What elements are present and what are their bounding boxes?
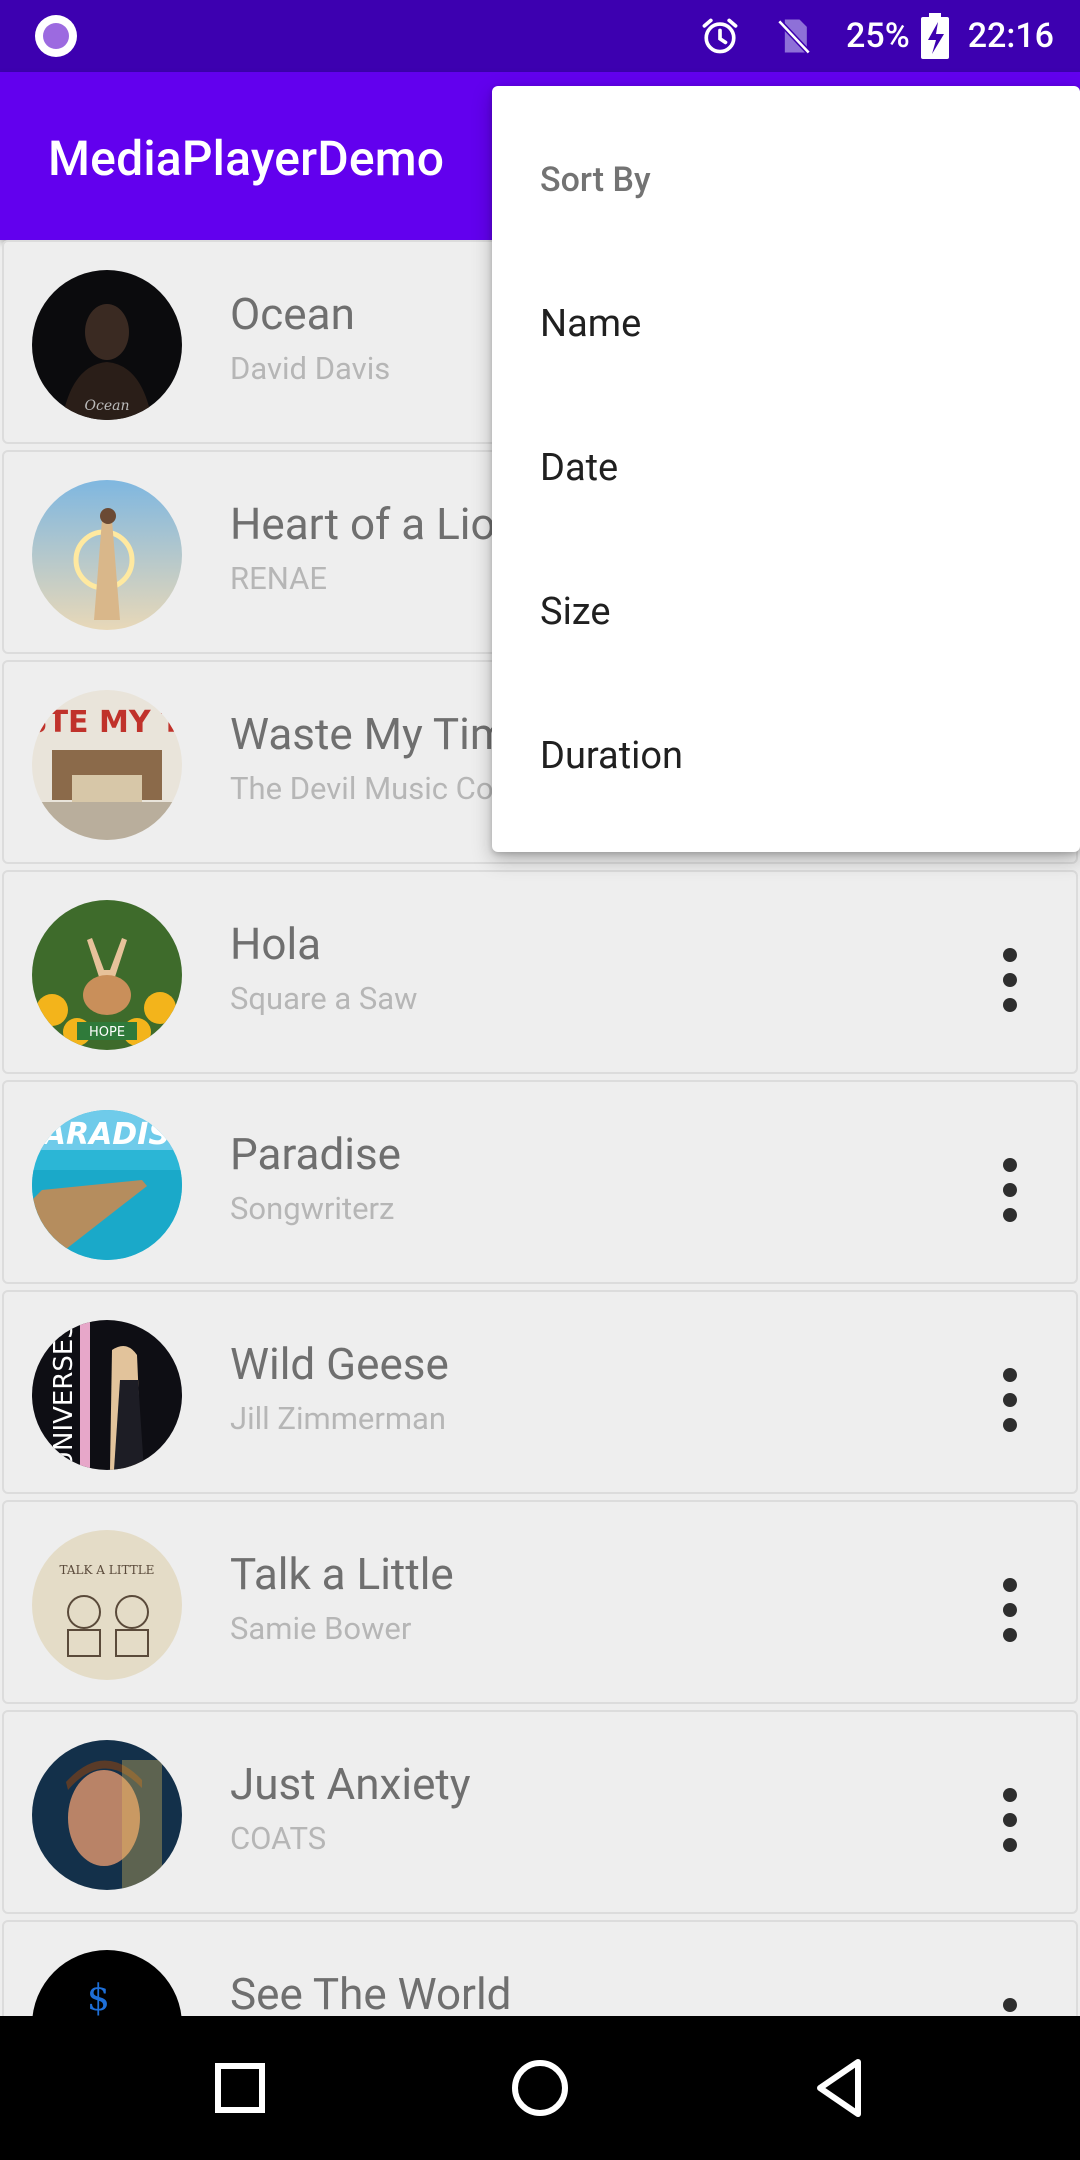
song-row[interactable]: UNIVERSES Wild Geese Jill Zimmerman	[2, 1290, 1078, 1494]
sort-by-duration[interactable]: Duration	[540, 734, 683, 778]
app-notification-icon	[35, 15, 77, 57]
song-row[interactable]: PARADISE Paradise Songwriterz	[2, 1080, 1078, 1284]
sort-by-size[interactable]: Size	[540, 590, 611, 634]
song-artist: David Davis	[230, 350, 391, 387]
song-artist: COATS	[230, 1820, 327, 1857]
svg-text:TALK A LITTLE: TALK A LITTLE	[60, 1563, 155, 1577]
alarm-icon	[702, 18, 738, 54]
song-title: Talk a Little	[230, 1548, 454, 1600]
navigation-bar	[0, 2016, 1080, 2160]
clock: 22:16	[967, 16, 1054, 56]
sort-by-name[interactable]: Name	[540, 302, 641, 346]
battery-charging-icon	[920, 13, 949, 59]
song-artist: Jill Zimmerman	[230, 1400, 447, 1437]
song-row[interactable]: Just Anxiety COATS	[2, 1710, 1078, 1914]
battery-percentage: 25%	[846, 16, 910, 56]
song-artist: Songwriterz	[230, 1190, 395, 1227]
song-artist: Square a Saw	[230, 980, 418, 1017]
song-title: Heart of a Lion	[230, 498, 520, 550]
back-icon[interactable]	[806, 2054, 874, 2122]
svg-text:$: $	[87, 1978, 110, 2019]
album-art-waste-my-time: WASTE MY TIME	[32, 690, 182, 840]
album-art-just-anxiety	[32, 1740, 182, 1890]
song-title: Ocean	[230, 288, 355, 340]
song-title: See The World	[230, 1968, 512, 2020]
song-artist: RENAE	[230, 560, 327, 597]
no-sim-icon	[777, 19, 811, 55]
more-options-icon[interactable]	[984, 948, 1036, 1012]
sort-by-date[interactable]: Date	[540, 446, 618, 490]
song-row[interactable]: HOPE Hola Square a Saw	[2, 870, 1078, 1074]
album-art-ocean: Ocean	[32, 270, 182, 420]
svg-text:UNIVERSES: UNIVERSES	[49, 1322, 79, 1470]
home-icon[interactable]	[506, 2054, 574, 2122]
album-art-hola: HOPE	[32, 900, 182, 1050]
svg-text:PARADISE: PARADISE	[32, 1117, 182, 1152]
album-art-paradise: PARADISE	[32, 1110, 182, 1260]
svg-text:HOPE: HOPE	[89, 1025, 125, 1040]
svg-text:Ocean: Ocean	[85, 398, 130, 414]
album-art-heart-of-a-lion	[32, 480, 182, 630]
song-artist: The Devil Music Co.	[230, 770, 502, 807]
more-options-icon[interactable]	[984, 1788, 1036, 1852]
sort-menu-header: Sort By	[540, 160, 651, 200]
svg-text:WASTE MY TIME: WASTE MY TIME	[32, 705, 182, 740]
status-icons: 25% 22:16	[698, 0, 1080, 72]
song-title: Paradise	[230, 1128, 401, 1180]
song-row[interactable]: TALK A LITTLE Talk a Little Samie Bower	[2, 1500, 1078, 1704]
more-options-icon[interactable]	[984, 1578, 1036, 1642]
more-options-icon[interactable]	[984, 1158, 1036, 1222]
song-artist: Samie Bower	[230, 1610, 412, 1647]
status-bar: 25% 22:16	[0, 0, 1080, 72]
sort-menu: Sort By Name Date Size Duration	[492, 86, 1080, 852]
song-title: Waste My Time	[230, 708, 532, 760]
recents-icon[interactable]	[206, 2054, 274, 2122]
more-options-icon[interactable]	[984, 1368, 1036, 1432]
app-title: MediaPlayerDemo	[48, 130, 445, 187]
song-title: Just Anxiety	[230, 1758, 471, 1810]
song-title: Hola	[230, 918, 322, 970]
album-art-talk-a-little: TALK A LITTLE	[32, 1530, 182, 1680]
album-art-wild-geese: UNIVERSES	[32, 1320, 182, 1470]
song-title: Wild Geese	[230, 1338, 449, 1390]
